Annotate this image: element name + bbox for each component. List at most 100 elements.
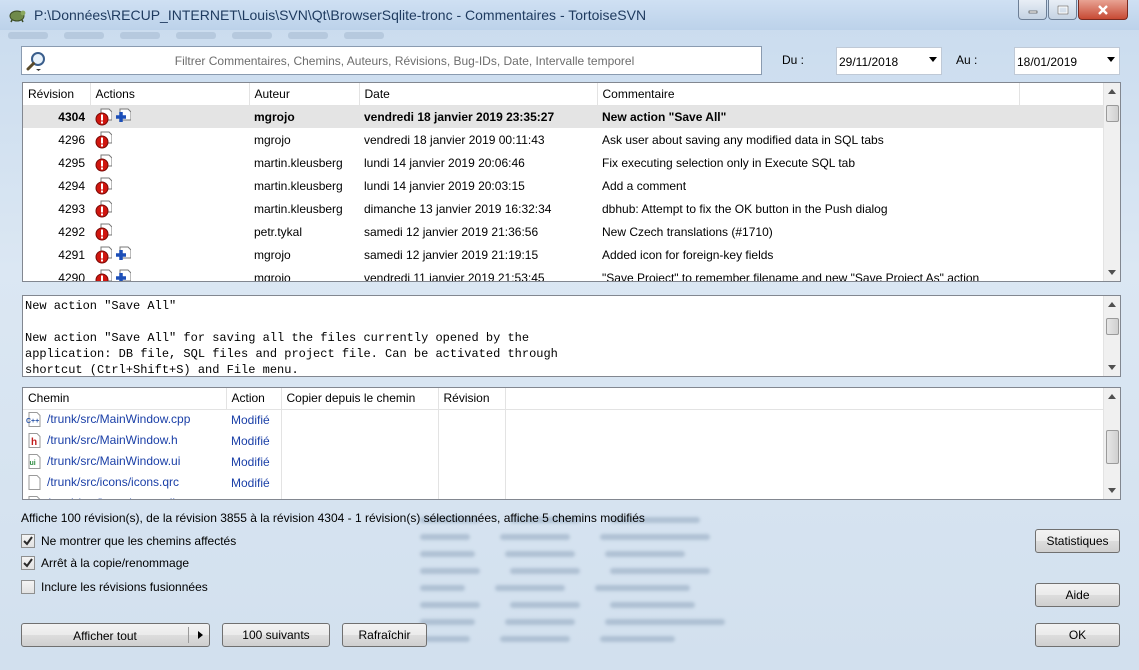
revision-actions (90, 174, 249, 197)
revision-actions (90, 197, 249, 220)
stop-on-copy-checkbox[interactable]: Arrêt à la copie/renommage (21, 556, 189, 570)
statistics-button[interactable]: Statistiques (1035, 529, 1120, 553)
chevron-down-icon[interactable] (929, 57, 937, 62)
copy-from-cell (281, 493, 439, 499)
revision-date: samedi 12 janvier 2019 21:19:15 (364, 247, 539, 262)
path-row[interactable]: /trunk/src/icons/save_all.png Ajouté (23, 493, 1104, 499)
copy-revision-cell (438, 430, 506, 451)
column-header-revision[interactable]: Révision (23, 83, 91, 106)
checkbox-box[interactable] (21, 556, 35, 570)
column-header-action[interactable]: Action (226, 388, 282, 410)
checkbox-box[interactable] (21, 580, 35, 594)
revision-number: 4294 (58, 178, 85, 193)
table-header-row: Chemin Action Copier depuis le chemin Ré… (23, 388, 1104, 410)
log-scrollbar[interactable] (1103, 83, 1120, 281)
path-cell[interactable]: /trunk/src/icons/save_all.png (23, 493, 226, 499)
maximize-button[interactable] (1048, 0, 1077, 20)
column-header-author[interactable]: Auteur (249, 83, 360, 106)
blurred-background (420, 510, 1020, 670)
copy-from-cell (281, 451, 439, 472)
svg-text:h: h (31, 437, 37, 448)
filter-box[interactable] (21, 46, 762, 75)
column-header-comment[interactable]: Commentaire (597, 83, 1020, 106)
revision-comment: Ask user about saving any modified data … (602, 132, 884, 147)
scroll-up-icon[interactable] (1108, 394, 1116, 399)
column-header-date[interactable]: Date (359, 83, 598, 106)
filter-input[interactable] (52, 50, 757, 72)
close-window-button[interactable] (1078, 0, 1128, 20)
path-cell[interactable]: ui/trunk/src/MainWindow.ui (23, 451, 226, 472)
column-header-copy-from[interactable]: Copier depuis le chemin (281, 388, 439, 410)
checkmark-icon (23, 536, 33, 546)
scroll-up-icon[interactable] (1108, 89, 1116, 94)
search-icon[interactable] (26, 50, 48, 72)
window-title: P:\Données\RECUP_INTERNET\Louis\SVN\Qt\B… (34, 7, 647, 23)
revision-number: 4295 (58, 155, 85, 170)
path-row[interactable]: /trunk/src/icons/icons.qrc Modifié (23, 472, 1104, 493)
commit-message-panel[interactable]: New action "Save All" New action "Save A… (22, 295, 1121, 377)
scroll-thumb[interactable] (1106, 430, 1119, 464)
scroll-down-icon[interactable] (1108, 270, 1116, 275)
scroll-up-icon[interactable] (1108, 302, 1116, 307)
to-date-picker[interactable]: 18/01/2019 (1014, 47, 1120, 75)
revision-row[interactable]: 4294 martin.kleusberg lundi 14 janvier 201… (23, 174, 1104, 197)
path-cell[interactable]: h/trunk/src/MainWindow.h (23, 430, 226, 451)
scroll-thumb[interactable] (1106, 318, 1119, 335)
from-date-picker[interactable]: 29/11/2018 (836, 47, 942, 75)
next-100-button[interactable]: 100 suivants (222, 623, 330, 647)
chevron-down-icon[interactable] (1107, 57, 1115, 62)
paths-scrollbar[interactable] (1103, 388, 1120, 499)
revision-author: martin.kleusberg (254, 178, 343, 193)
path-row[interactable]: h/trunk/src/MainWindow.h Modifié (23, 430, 1104, 451)
minimize-button[interactable] (1018, 0, 1047, 20)
stop-on-copy-label: Arrêt à la copie/renommage (41, 556, 190, 570)
revision-author: mgrojo (254, 247, 291, 262)
copy-from-cell (281, 472, 439, 493)
ok-button[interactable]: OK (1035, 623, 1120, 647)
revision-log-list[interactable]: Révision Actions Auteur Date Commentaire… (22, 82, 1121, 282)
revision-comment: New Czech translations (#1710) (602, 224, 773, 239)
chevron-right-icon[interactable] (198, 631, 203, 639)
path-action: Modifié (226, 472, 282, 493)
include-merged-checkbox[interactable]: Inclure les révisions fusionnées (21, 580, 208, 594)
revision-row[interactable]: 4291 mgrojo samedi 12 janvier 2019 21:19:1… (23, 243, 1104, 266)
path-cell[interactable]: C++ /trunk/src/MainWindow.cpp (23, 409, 226, 430)
blurred-menu-band (0, 30, 1139, 42)
added-icon (116, 269, 131, 281)
revision-row[interactable]: 4296 mgrojo vendredi 18 janvier 2019 00:11… (23, 128, 1104, 151)
revision-row[interactable]: 4290 mgrojo vendredi 11 janvier 2019 21:53… (23, 266, 1104, 282)
revision-row[interactable]: 4304 mgrojo vendredi 18 janvier 2019 23:35… (23, 105, 1104, 128)
generic-file-icon (28, 475, 41, 491)
revision-comment: New action "Save All" (597, 105, 1019, 128)
to-date-label: Au : (956, 53, 978, 67)
column-header-path[interactable]: Chemin (23, 388, 227, 410)
path-row[interactable]: ui/trunk/src/MainWindow.ui Modifié (23, 451, 1104, 472)
column-header-path-revision[interactable]: Révision (438, 388, 506, 410)
tortoisesvn-icon (9, 10, 26, 23)
scroll-down-icon[interactable] (1108, 365, 1116, 370)
revision-comment: Fix executing selection only in Execute … (602, 155, 856, 170)
revision-row[interactable]: 4293 martin.kleusberg dimanche 13 janvier … (23, 197, 1104, 220)
revision-row[interactable]: 4292 petr.tykal samedi 12 janvier 2019 21:… (23, 220, 1104, 243)
path-row[interactable]: C++ /trunk/src/MainWindow.cpp Modifié (23, 409, 1104, 430)
only-affected-paths-checkbox[interactable]: Ne montrer que les chemins affectés (21, 534, 236, 548)
scroll-thumb[interactable] (1106, 105, 1119, 122)
column-header-actions[interactable]: Actions (90, 83, 250, 106)
help-button[interactable]: Aide (1035, 583, 1120, 607)
checkmark-icon (23, 558, 33, 568)
message-scrollbar[interactable] (1103, 296, 1120, 376)
path-cell[interactable]: /trunk/src/icons/icons.qrc (23, 472, 226, 493)
path-text: /trunk/src/MainWindow.cpp (47, 412, 191, 427)
scroll-down-icon[interactable] (1108, 488, 1116, 493)
changed-paths-list[interactable]: Chemin Action Copier depuis le chemin Ré… (22, 387, 1121, 500)
revision-row[interactable]: 4295 martin.kleusberg lundi 14 janvier 201… (23, 151, 1104, 174)
only-affected-label: Ne montrer que les chemins affectés (41, 534, 237, 548)
path-action: Modifié (226, 451, 282, 472)
copy-revision-cell (438, 409, 506, 430)
checkbox-box[interactable] (21, 534, 35, 548)
maximize-icon (1057, 5, 1068, 14)
added-icon (116, 246, 131, 260)
refresh-button[interactable]: Rafraîchir (342, 623, 427, 647)
show-all-button[interactable]: Afficher tout (21, 623, 210, 647)
revision-number: 4290 (58, 270, 85, 282)
